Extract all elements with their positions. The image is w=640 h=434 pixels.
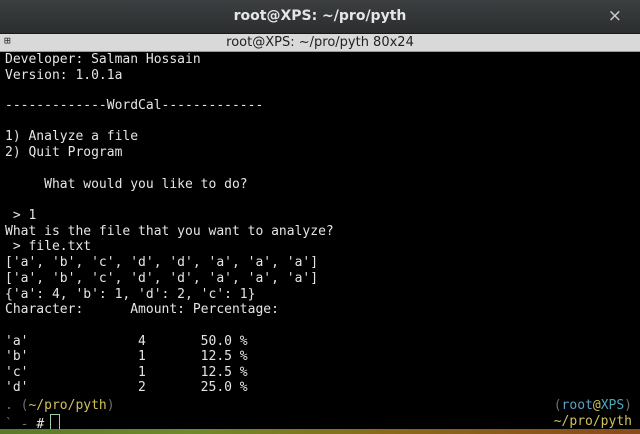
output-line: Character: Amount: Percentage: — [5, 302, 279, 317]
output-line: ['a', 'b', 'c', 'd', 'd', 'a', 'a', 'a'] — [5, 255, 319, 270]
prompt-right-userhost: (root@XPS) — [554, 398, 632, 413]
output-line: 'a' 4 50.0 % — [5, 334, 248, 349]
prompt-right-path: ~/pro/pyth — [553, 414, 632, 429]
prompt-line-1: . (~/pro/pyth) — [5, 398, 115, 413]
output-line: {'a': 4, 'b': 1, 'd': 2, 'c': 1} — [5, 287, 256, 302]
output-line: > file.txt — [5, 239, 92, 254]
terminal-title: root@XPS: ~/pro/pyth 80x24 — [226, 35, 414, 50]
output-line: > 1 — [5, 208, 37, 223]
prompt-at: @ — [592, 398, 601, 413]
output-line: What is the file that you want to analyz… — [5, 224, 334, 239]
output-line: 2) Quit Program — [5, 145, 123, 160]
close-icon[interactable]: × — [608, 6, 622, 26]
taskbar-strip — [0, 429, 640, 434]
prompt-host: XPS — [600, 398, 625, 413]
window-titlebar: root@XPS: ~/pro/pyth × — [0, 0, 640, 34]
prompt-user: root — [561, 398, 593, 413]
terminal-tab-bar: ⊞ root@XPS: ~/pro/pyth 80x24 — [0, 34, 640, 52]
output-line: -------------WordCal------------- — [5, 98, 264, 113]
window-title: root@XPS: ~/pro/pyth — [233, 8, 407, 24]
prompt-suffix: ) — [106, 398, 115, 413]
prompt-prefix: . ( — [5, 398, 29, 413]
output-line: 1) Analyze a file — [5, 129, 139, 144]
terminal-output[interactable]: Developer: Salman Hossain Version: 1.0.1… — [0, 52, 640, 396]
paren-close: ) — [624, 398, 632, 413]
paren-open: ( — [553, 398, 562, 413]
output-line: 'c' 1 12.5 % — [5, 365, 248, 380]
output-line: Version: 1.0.1a — [5, 68, 123, 83]
output-line: What would you like to do? — [5, 177, 248, 192]
output-line: 'd' 2 25.0 % — [5, 380, 248, 395]
output-line: ['a', 'b', 'c', 'd', 'd', 'a', 'a', 'a'] — [5, 271, 319, 286]
prompt-path: ~/pro/pyth — [28, 398, 107, 413]
text-cursor[interactable] — [50, 414, 61, 430]
output-line: 'b' 1 12.5 % — [5, 349, 248, 364]
output-line: Developer: Salman Hossain — [5, 52, 201, 67]
